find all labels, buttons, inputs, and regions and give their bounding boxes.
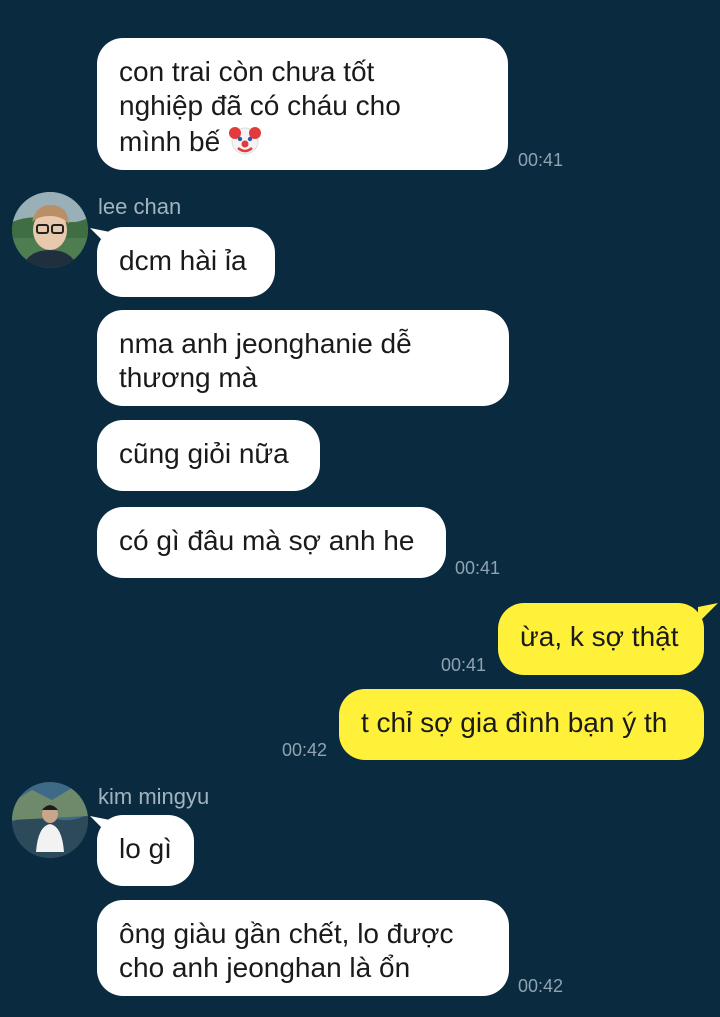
timestamp: 00:41 <box>441 655 487 675</box>
chat-screen: { "messages": { "m1": {"line1": "con tra… <box>0 0 720 1017</box>
message-text: thương mà <box>119 362 258 393</box>
message-text: ông giàu gần chết, lo được <box>119 918 454 949</box>
avatar-photo <box>12 782 88 858</box>
message-text-line: mình bế <box>119 123 486 159</box>
bubble-tail <box>698 603 718 623</box>
message-text: có gì đâu mà sợ anh he <box>119 525 415 556</box>
message-text: ừa, k sợ thật <box>520 621 679 652</box>
message-text: lo gì <box>119 833 172 864</box>
avatar[interactable] <box>12 192 88 268</box>
message-bubble[interactable]: có gì đâu mà sợ anh he <box>97 507 446 578</box>
message-text: mình bế <box>119 126 221 157</box>
avatar[interactable] <box>12 782 88 858</box>
message-text: dcm hài ỉa <box>119 245 247 276</box>
message-text: t chỉ sợ gia đình bạn ý th <box>361 707 668 738</box>
message-text: nma anh jeonghanie dễ <box>119 328 412 359</box>
message-bubble[interactable]: nma anh jeonghanie dễ thương mà <box>97 310 509 406</box>
message-text: cũng giỏi nữa <box>119 438 289 469</box>
avatar-photo <box>12 192 88 268</box>
message-bubble-outgoing[interactable]: t chỉ sợ gia đình bạn ý th <box>339 689 704 760</box>
timestamp: 00:42 <box>282 740 328 760</box>
message-bubble[interactable]: lo gì <box>97 815 194 886</box>
message-bubble[interactable]: cũng giỏi nữa <box>97 420 320 491</box>
timestamp: 00:41 <box>455 558 501 578</box>
sender-name: kim mingyu <box>98 784 210 809</box>
message-bubble[interactable]: dcm hài ỉa <box>97 227 275 297</box>
message-text: nghiệp đã có cháu cho <box>119 90 401 121</box>
timestamp: 00:42 <box>518 976 564 996</box>
message-bubble-outgoing[interactable]: ừa, k sợ thật <box>498 603 704 675</box>
message-text: cho anh jeonghan là ổn <box>119 952 411 983</box>
clown-face-icon <box>228 127 261 155</box>
timestamp: 00:41 <box>518 150 564 170</box>
message-bubble[interactable]: ông giàu gần chết, lo được cho anh jeong… <box>97 900 509 996</box>
message-text: con trai còn chưa tốt <box>119 56 375 87</box>
sender-name: lee chan <box>98 194 182 219</box>
message-bubble[interactable]: con trai còn chưa tốt nghiệp đã có cháu … <box>97 38 508 170</box>
